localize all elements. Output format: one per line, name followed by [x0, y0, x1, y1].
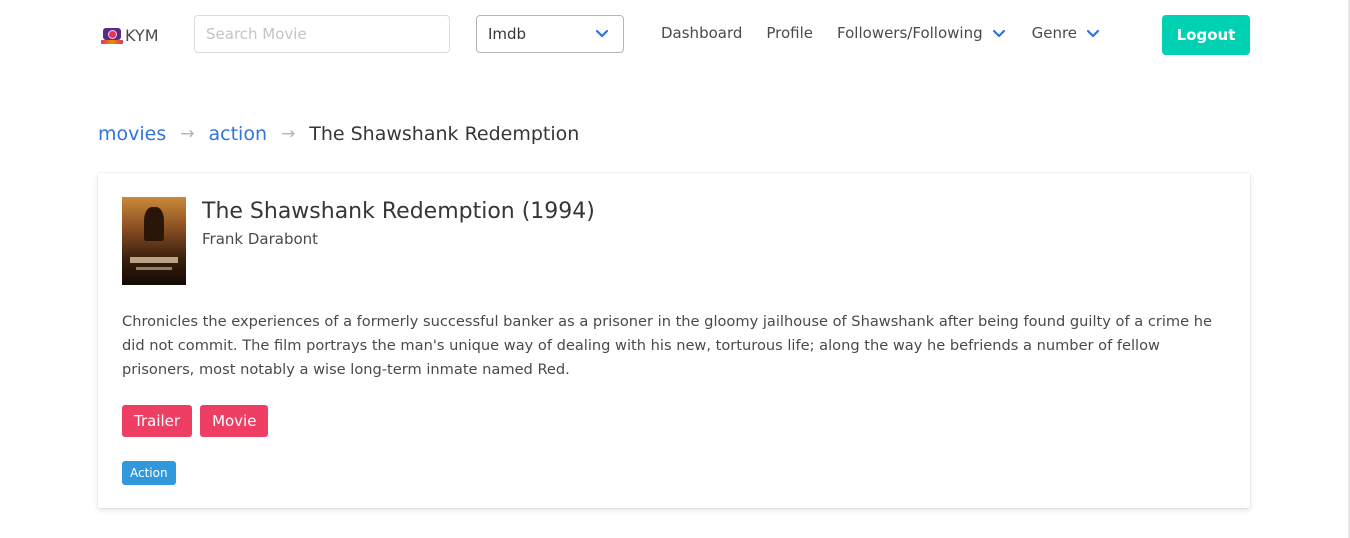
action-buttons: Trailer Movie: [122, 405, 269, 437]
trailer-button[interactable]: Trailer: [122, 405, 193, 437]
nav-links: Dashboard Profile Followers/Following Ge…: [661, 24, 1100, 42]
chevron-down-icon: [1086, 29, 1100, 37]
breadcrumb-action[interactable]: action: [209, 123, 267, 145]
breadcrumb-movies[interactable]: movies: [98, 123, 166, 145]
breadcrumb-separator: →: [280, 124, 296, 144]
camera-logo-icon: [101, 25, 123, 45]
movie-director: Frank Darabont: [202, 230, 319, 248]
movie-card: The Shawshank Redemption (1994) Frank Da…: [98, 173, 1250, 508]
breadcrumb: movies → action → The Shawshank Redempti…: [98, 123, 579, 145]
movie-poster: [122, 197, 186, 285]
breadcrumb-separator: →: [180, 124, 195, 144]
movie-title: The Shawshank Redemption (1994): [202, 199, 595, 224]
nav-genre-label: Genre: [1031, 24, 1078, 42]
nav-followers-label: Followers/Following: [837, 24, 983, 42]
nav-followers-dropdown[interactable]: Followers/Following: [837, 24, 1006, 42]
brand[interactable]: KYM: [101, 24, 159, 46]
movie-button[interactable]: Movie: [200, 405, 269, 437]
nav-genre-dropdown[interactable]: Genre: [1032, 24, 1100, 42]
nav-dashboard[interactable]: Dashboard: [661, 24, 742, 42]
movie-description: Chronicles the experiences of a formerly…: [122, 313, 1212, 378]
breadcrumb-current: The Shawshank Redemption: [309, 123, 580, 145]
chevron-down-icon: [595, 29, 609, 38]
nav-profile[interactable]: Profile: [766, 24, 813, 42]
logout-button[interactable]: Logout: [1162, 15, 1250, 55]
navbar: KYM Imdb Dashboard Profile Followers/Fol…: [0, 0, 1350, 70]
search-input[interactable]: [194, 15, 450, 53]
brand-name: KYM: [125, 25, 159, 45]
source-select[interactable]: Imdb: [476, 15, 624, 53]
source-select-value: Imdb: [488, 25, 527, 43]
genre-tag[interactable]: Action: [122, 461, 176, 485]
chevron-down-icon: [992, 29, 1005, 37]
